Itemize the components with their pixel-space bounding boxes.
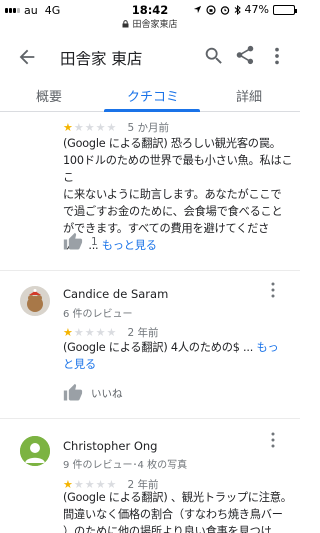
review-rating-row: ★ ★ ★ ★ ★ 5 か月前 [63,117,169,136]
star-rating: ★ ★ ★ ★ ★ [63,122,116,133]
location-icon [193,5,201,14]
reviewer-name[interactable]: Candice de Saram [63,287,168,301]
tab-reviews[interactable]: クチコミ [127,86,179,105]
url-bar[interactable]: 田舎家東店 [0,17,300,30]
star-icon: ★ [73,121,84,134]
status-right-group: 47% [193,3,297,16]
reviewer-meta: 9 件のレビュー･4 枚の写真 [63,460,188,471]
lock-icon [122,19,129,27]
review-text-line: (Google による翻訳) 恐ろしい観光客の罠。 [63,137,281,150]
review-text[interactable]: (Google による翻訳) 、観光トラップに注意。 間違いなく価格の割合（すな… [63,489,295,533]
bluetooth-icon [234,4,241,15]
url-text: 田舎家東店 [132,20,178,30]
review-text-line: (Google による翻訳) 4人のための$ ... [63,341,254,354]
like-count: 1 [91,236,98,248]
search-icon[interactable] [203,45,225,67]
star-icon: ★ [84,326,95,339]
star-icon: ★ [106,326,117,339]
like-row[interactable]: いいね [63,383,123,403]
app-header: 田舎家 東店 [0,38,300,76]
tab-details[interactable]: 詳細 [236,86,262,105]
like-label: いいね [91,387,123,400]
like-row[interactable]: 1 [63,232,98,252]
review-text-line: 間違いなく価格の割合（すなわち焼き鳥バー [63,508,283,521]
reviewer-name[interactable]: Christopher Ong [63,439,157,453]
divider [0,418,300,419]
review-text[interactable]: (Google による翻訳) 4人のための$ ... もっと見る [63,339,283,373]
active-tab-indicator [104,109,200,112]
battery-percent: 47% [244,3,269,16]
review-text-line: に来ないように助言します。あなたがここで [63,188,282,201]
review-date: 2 年前 [127,327,159,339]
star-icon: ★ [106,121,117,134]
review-text-line: ）のために他の場所より良い食事を見つけ [63,525,272,533]
star-icon: ★ [95,326,106,339]
more-link[interactable]: もっと見る [102,239,157,252]
review-date: 5 か月前 [127,122,169,134]
review-text-line: で過ごすお金のために、会食場で食べること [63,205,283,218]
star-icon: ★ [73,326,84,339]
lock-rotation-icon [205,4,216,15]
battery-icon [273,4,297,15]
back-arrow-icon[interactable] [16,46,38,68]
reviewer-photo-icon [20,286,50,316]
share-icon[interactable] [234,44,256,66]
alarm-icon [220,5,229,15]
divider [0,270,300,271]
tab-overview[interactable]: 概要 [36,86,62,105]
reviewer-meta: 6 件のレビュー [63,309,133,320]
thumbs-up-icon[interactable] [63,383,83,403]
star-icon: ★ [63,121,73,134]
more-vert-icon[interactable] [266,45,288,67]
star-rating: ★ ★ ★ ★ ★ [63,327,116,338]
thumbs-up-icon[interactable] [63,232,83,252]
star-icon: ★ [63,326,73,339]
star-icon: ★ [95,121,106,134]
more-vert-icon[interactable] [270,282,276,298]
star-icon: ★ [84,121,95,134]
review-text-line: 100ドルのための世界で最も小さい魚。私はここ [63,154,293,184]
default-avatar-icon [20,436,50,466]
more-vert-icon[interactable] [270,432,276,448]
avatar[interactable] [20,436,50,466]
tab-bar: 概要 クチコミ 詳細 [0,80,300,112]
review-text-line: (Google による翻訳) 、観光トラップに注意。 [63,491,292,504]
page-title: 田舎家 東店 [60,50,143,68]
avatar[interactable] [20,286,50,316]
